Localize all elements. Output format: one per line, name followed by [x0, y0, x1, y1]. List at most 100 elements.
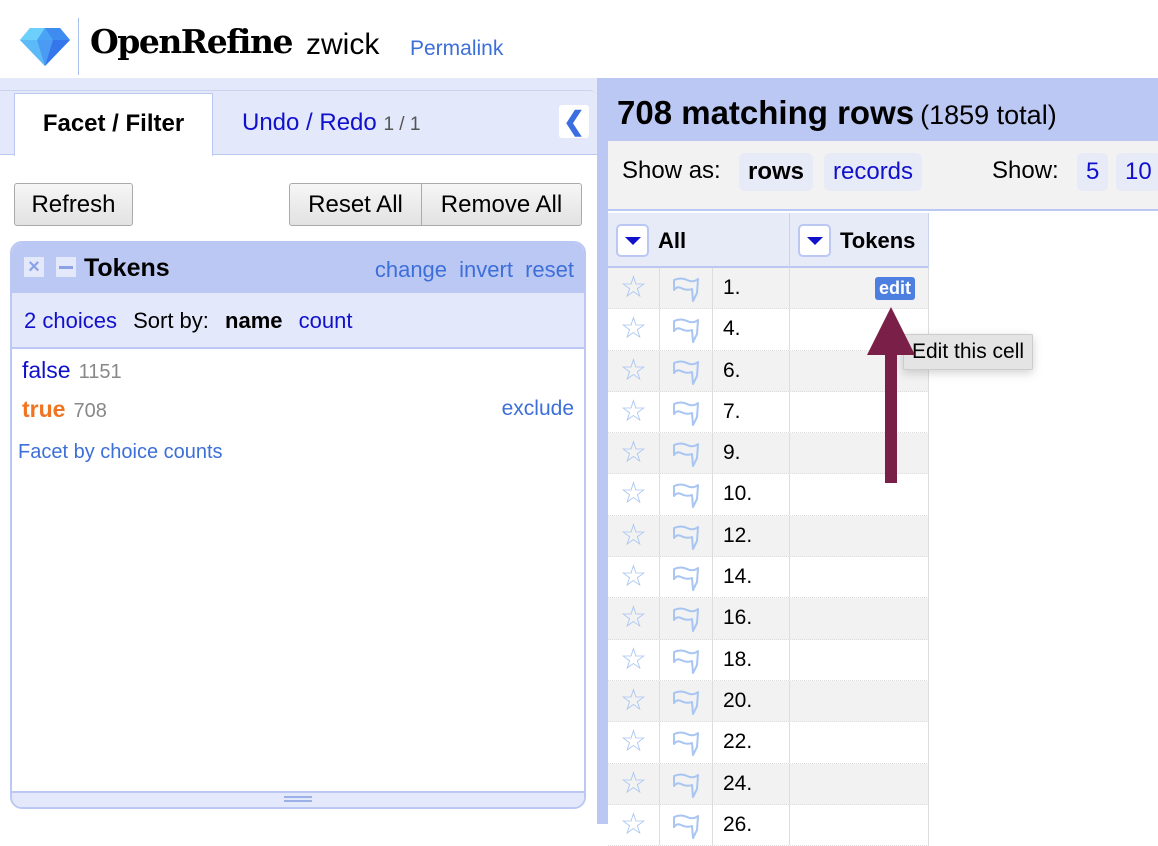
- show-label: Show:: [992, 157, 1059, 184]
- exclude-link[interactable]: exclude: [502, 397, 574, 421]
- dropdown-arrow-icon[interactable]: [616, 224, 649, 257]
- star-icon[interactable]: ☆: [608, 391, 660, 433]
- flag-icon[interactable]: [660, 680, 713, 722]
- page-size-10[interactable]: 10: [1116, 153, 1158, 191]
- flag-icon[interactable]: [660, 350, 713, 391]
- column-label: All: [658, 228, 687, 253]
- show-as-records[interactable]: records: [824, 153, 923, 191]
- row-number: 26.: [713, 804, 790, 846]
- choice-count: 1151: [78, 361, 122, 383]
- openrefine-diamond-logo-icon[interactable]: [20, 26, 70, 66]
- star-icon[interactable]: ☆: [608, 309, 660, 350]
- permalink-link[interactable]: Permalink: [410, 37, 503, 61]
- choice-name[interactable]: true: [22, 396, 65, 422]
- flag-icon[interactable]: [660, 268, 713, 309]
- flag-icon[interactable]: [660, 722, 713, 763]
- minimize-icon[interactable]: [56, 257, 76, 277]
- close-icon[interactable]: ×: [24, 257, 44, 277]
- star-icon[interactable]: ☆: [608, 598, 660, 639]
- column-header-tokens[interactable]: Tokens: [790, 213, 929, 268]
- cell-tokens[interactable]: [790, 722, 929, 763]
- cell-tokens[interactable]: [790, 515, 929, 557]
- facet-choice-selected[interactable]: true 708: [22, 396, 107, 423]
- cell-tokens[interactable]: [790, 598, 929, 639]
- reset-all-button[interactable]: Reset All: [289, 183, 422, 226]
- total-rows-count: (1859 total): [920, 100, 1057, 130]
- dropdown-arrow-icon[interactable]: [798, 224, 831, 257]
- table-row[interactable]: ☆ 1. edit: [608, 268, 929, 310]
- star-icon[interactable]: ☆: [608, 722, 660, 763]
- view-controls: Show as: rows records Show: 5 10: [608, 141, 1158, 211]
- cell-tokens[interactable]: [790, 763, 929, 804]
- table-row[interactable]: ☆ 20.: [608, 680, 929, 723]
- cell-tokens[interactable]: [790, 804, 929, 846]
- flag-icon[interactable]: [660, 515, 713, 557]
- collapse-panel-button[interactable]: ❮: [559, 105, 589, 138]
- table-row[interactable]: ☆ 22.: [608, 722, 929, 764]
- star-icon[interactable]: ☆: [608, 639, 660, 680]
- cell-tokens[interactable]: edit: [790, 268, 929, 309]
- flag-icon[interactable]: [660, 433, 713, 474]
- table-row[interactable]: ☆ 14.: [608, 557, 929, 599]
- cell-tokens[interactable]: [790, 557, 929, 598]
- star-icon[interactable]: ☆: [608, 804, 660, 846]
- tooltip: Edit this cell: [903, 334, 1034, 370]
- cell-tokens[interactable]: [790, 639, 929, 680]
- facet-tokens: × Tokens change invert reset 2 choices S…: [10, 241, 586, 809]
- facet-by-choice-counts-link[interactable]: Facet by choice counts: [18, 441, 223, 464]
- sort-by-label: Sort by:: [133, 308, 209, 333]
- facet-header: × Tokens change invert reset: [12, 243, 584, 293]
- table-row[interactable]: ☆ 24.: [608, 763, 929, 805]
- flag-icon[interactable]: [660, 804, 713, 846]
- flag-icon[interactable]: [660, 309, 713, 350]
- table-row[interactable]: ☆ 16.: [608, 598, 929, 640]
- choices-count-link[interactable]: 2 choices: [24, 308, 117, 333]
- star-icon[interactable]: ☆: [608, 515, 660, 557]
- star-icon[interactable]: ☆: [608, 268, 660, 309]
- annotation-arrow-icon: [867, 307, 915, 483]
- remove-all-button[interactable]: Remove All: [421, 183, 582, 226]
- tab-undo-redo-label: Undo / Redo: [242, 109, 377, 136]
- star-icon[interactable]: ☆: [608, 433, 660, 474]
- flag-icon[interactable]: [660, 391, 713, 433]
- resize-handle-icon[interactable]: [284, 796, 312, 802]
- sort-by-count[interactable]: count: [299, 308, 353, 333]
- facet-choice[interactable]: false 1151: [22, 357, 122, 384]
- row-number: 20.: [713, 680, 790, 722]
- flag-icon[interactable]: [660, 598, 713, 639]
- flag-icon[interactable]: [660, 474, 713, 515]
- table-row[interactable]: ☆ 12.: [608, 515, 929, 558]
- edit-cell-button[interactable]: edit: [874, 277, 915, 300]
- summary-bar: 708 matching rows (1859 total): [597, 78, 1158, 141]
- project-name[interactable]: zwick: [306, 28, 379, 62]
- cell-tokens[interactable]: [790, 680, 929, 722]
- facet-invert-link[interactable]: invert: [459, 257, 513, 282]
- flag-icon[interactable]: [660, 763, 713, 804]
- facet-reset-link[interactable]: reset: [525, 257, 574, 282]
- row-number: 10.: [713, 474, 790, 515]
- column-header-all[interactable]: All: [608, 213, 790, 268]
- tab-undo-redo[interactable]: Undo / Redo 1 / 1: [220, 93, 442, 156]
- star-icon[interactable]: ☆: [608, 763, 660, 804]
- row-number: 1.: [713, 268, 790, 309]
- table-row[interactable]: ☆ 18.: [608, 639, 929, 681]
- facet-actions: change invert reset: [369, 257, 574, 283]
- table-row[interactable]: ☆ 26.: [608, 804, 929, 846]
- star-icon[interactable]: ☆: [608, 680, 660, 722]
- show-as-rows[interactable]: rows: [739, 153, 814, 191]
- facet-change-link[interactable]: change: [375, 257, 447, 282]
- flag-icon[interactable]: [660, 557, 713, 598]
- row-number: 14.: [713, 557, 790, 598]
- app-name[interactable]: OpenRefine: [90, 22, 293, 61]
- star-icon[interactable]: ☆: [608, 557, 660, 598]
- flag-icon[interactable]: [660, 639, 713, 680]
- star-icon[interactable]: ☆: [608, 474, 660, 515]
- tab-facet-filter[interactable]: Facet / Filter: [14, 93, 213, 156]
- panel-divider[interactable]: [597, 78, 608, 824]
- page-size-5[interactable]: 5: [1077, 153, 1109, 191]
- refresh-button[interactable]: Refresh: [14, 183, 133, 226]
- sort-by-name[interactable]: name: [225, 308, 282, 333]
- row-number: 22.: [713, 722, 790, 763]
- star-icon[interactable]: ☆: [608, 350, 660, 391]
- choice-name[interactable]: false: [22, 357, 71, 383]
